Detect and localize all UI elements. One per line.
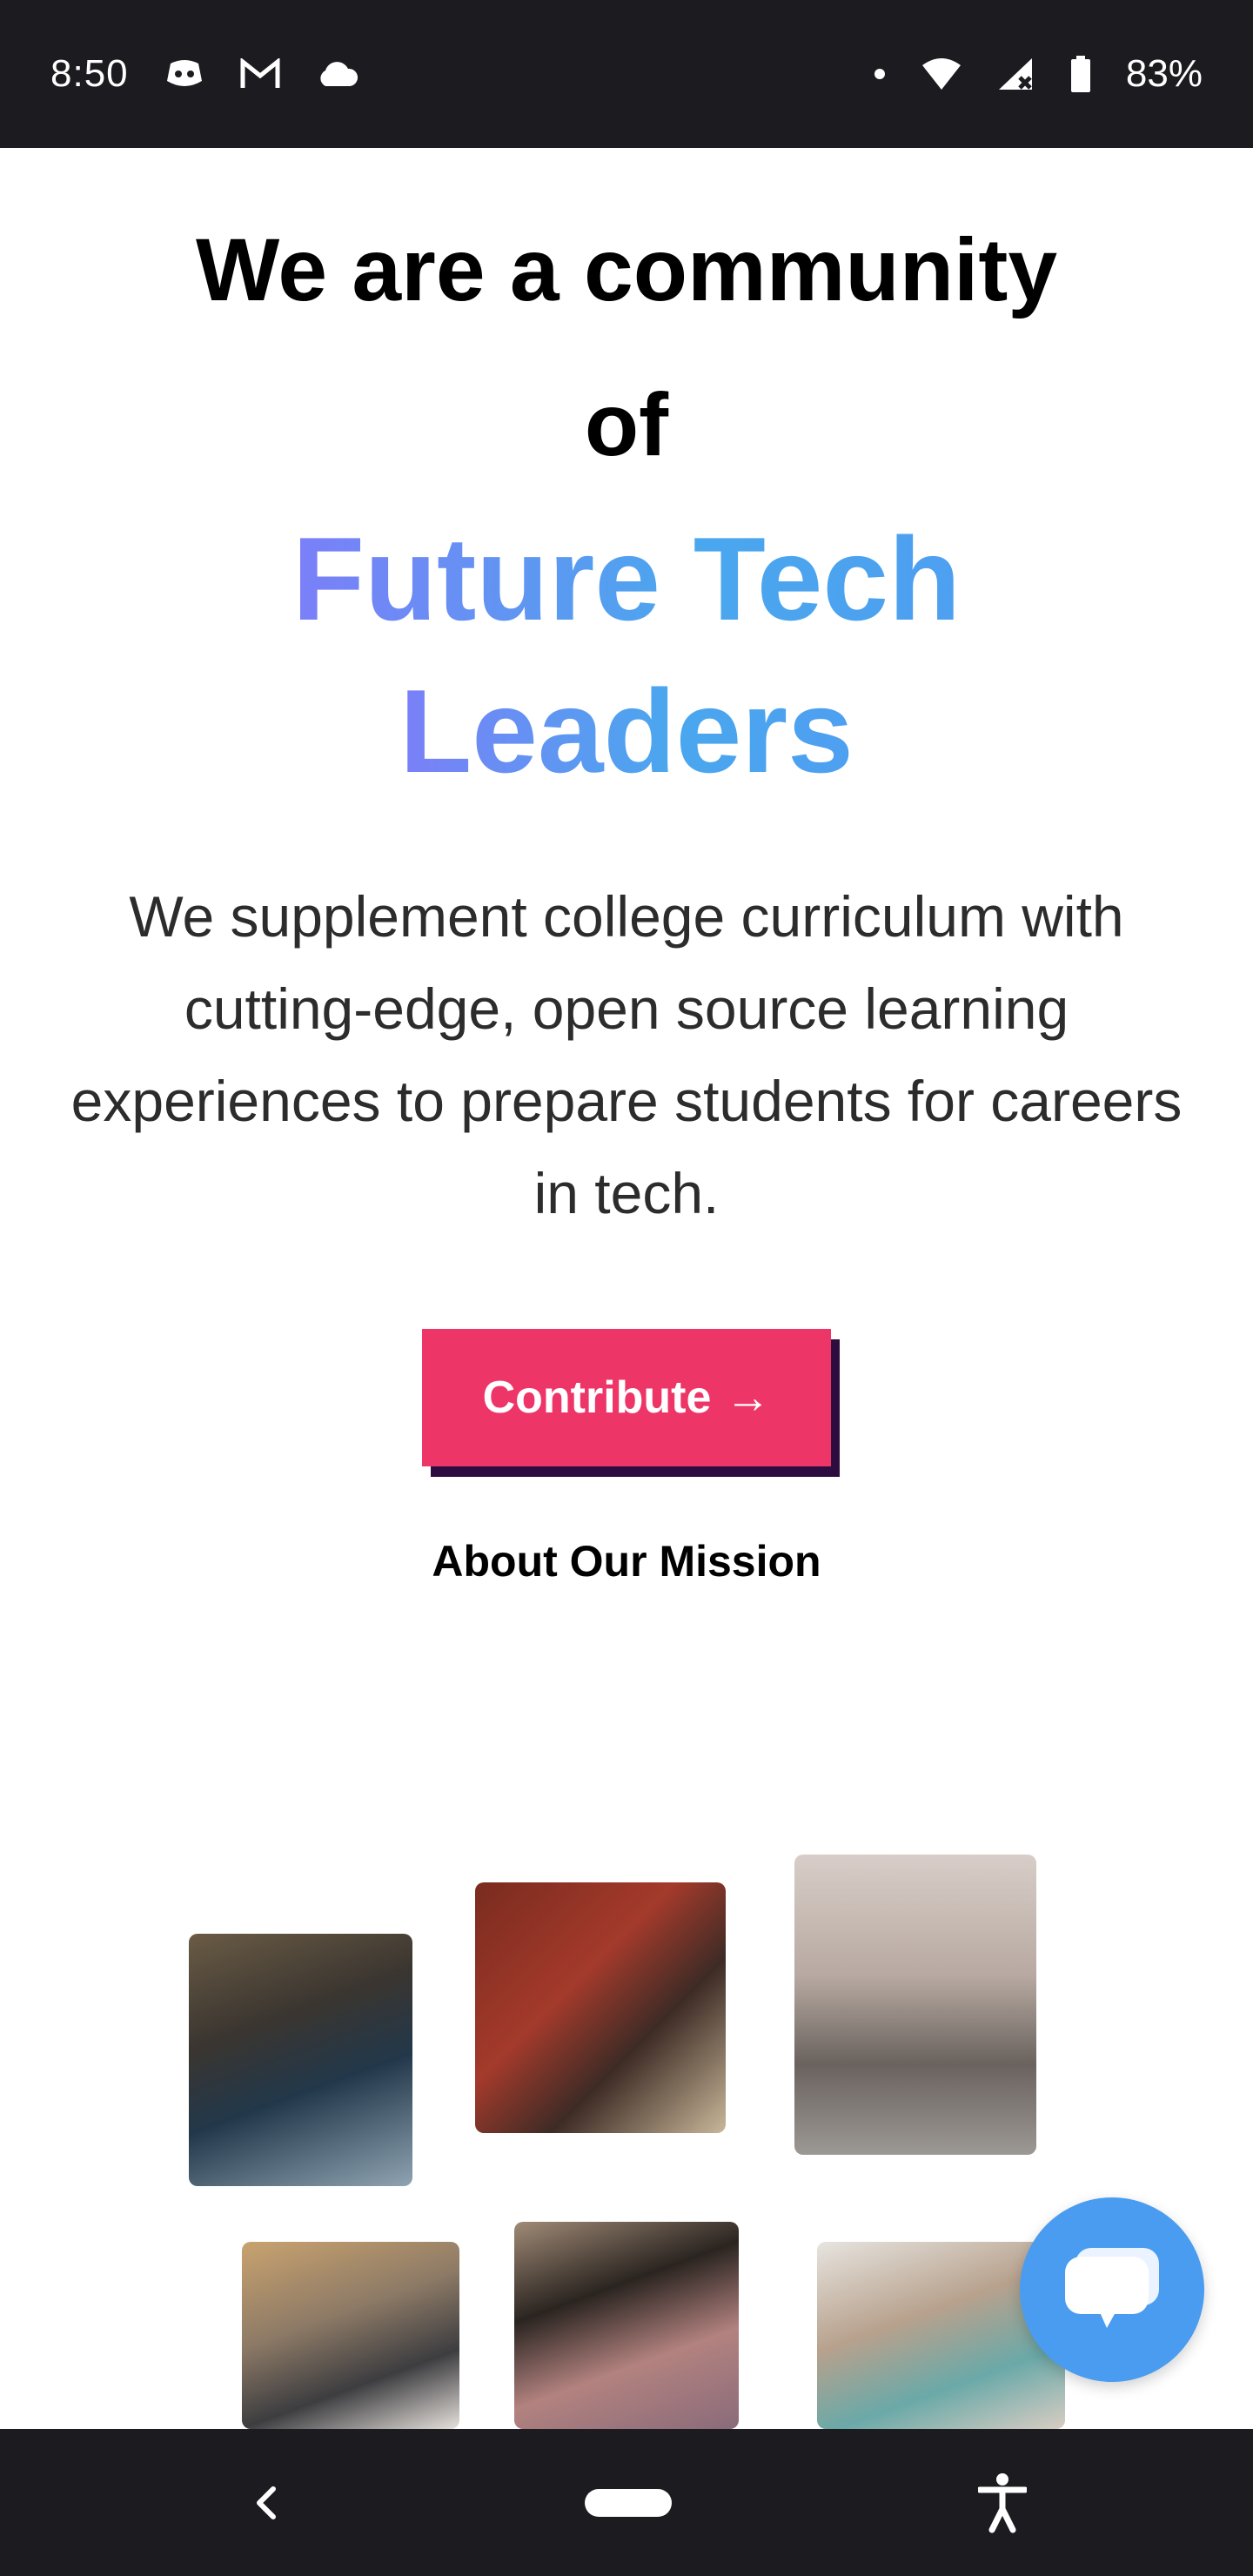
hero-highlight-line-1: Future Tech	[0, 513, 1253, 644]
hero-title-line-1: We are a community	[195, 220, 1058, 319]
hero-title-line-2: of	[584, 375, 669, 474]
chat-bubble-icon	[1062, 2244, 1163, 2336]
back-icon[interactable]	[252, 2484, 278, 2522]
battery-icon	[1070, 56, 1091, 92]
status-time: 8:50	[50, 52, 129, 95]
wifi-icon	[921, 57, 962, 91]
contribute-label: Contribute	[482, 1372, 712, 1423]
student-photo	[475, 1882, 726, 2133]
battery-percent: 83%	[1125, 52, 1203, 95]
contribute-wrap: Contribute →	[422, 1329, 840, 1477]
highlight-text-1: Future Tech	[291, 513, 962, 645]
hero-highlight-line-2: Leaders	[0, 666, 1253, 796]
dot-icon	[874, 68, 886, 80]
status-right: 83%	[874, 52, 1203, 96]
screen: 8:50 83% We are a community of Future Te…	[0, 0, 1253, 2576]
system-nav-bar	[0, 2429, 1253, 2576]
cloud-icon	[315, 60, 358, 88]
student-photo	[189, 1934, 412, 2186]
discord-icon	[164, 57, 205, 91]
arrow-right-icon: →	[725, 1372, 771, 1423]
contribute-button[interactable]: Contribute →	[422, 1329, 831, 1466]
status-left: 8:50	[50, 52, 358, 96]
student-photo	[514, 2222, 739, 2429]
highlight-text-2: Leaders	[399, 665, 854, 797]
home-pill-icon[interactable]	[585, 2488, 672, 2517]
hero-description: We supplement college curriculum with cu…	[70, 884, 1183, 1225]
chat-button[interactable]	[1020, 2197, 1204, 2382]
about-mission-link[interactable]: About Our Mission	[0, 1536, 1253, 1587]
gmail-icon	[240, 58, 280, 90]
accessibility-icon[interactable]	[978, 2472, 1027, 2533]
status-bar: 8:50 83%	[0, 0, 1253, 148]
student-photo	[794, 1855, 1036, 2155]
signal-icon	[997, 57, 1035, 91]
student-photo	[242, 2242, 459, 2429]
